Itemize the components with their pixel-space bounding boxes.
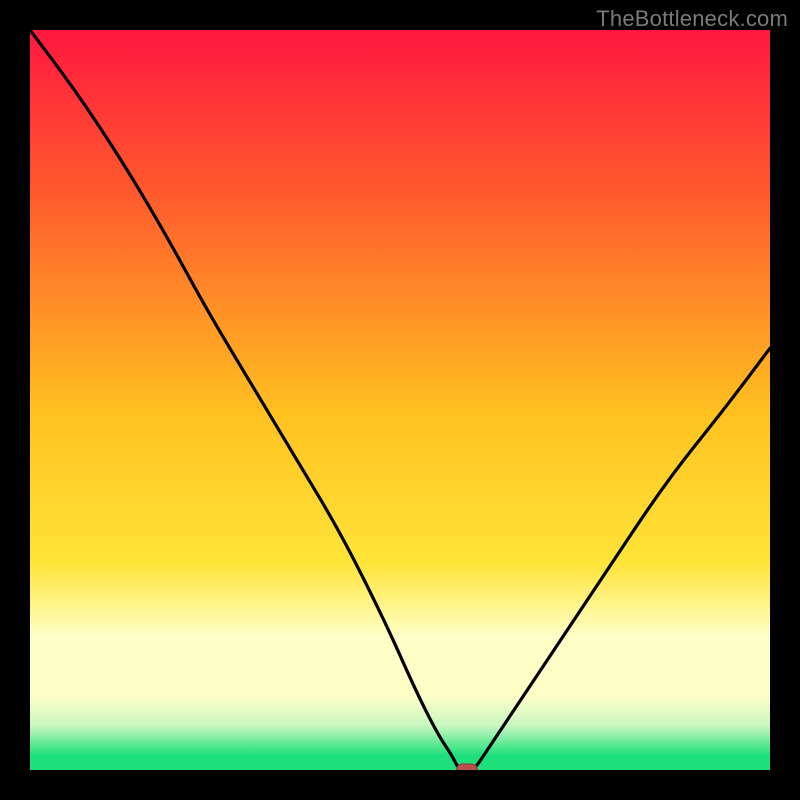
plot-area (30, 30, 770, 770)
bottleneck-curve (30, 30, 770, 770)
chart-frame: TheBottleneck.com (0, 0, 800, 800)
optimal-point-marker (456, 764, 478, 771)
watermark-text: TheBottleneck.com (596, 6, 788, 32)
